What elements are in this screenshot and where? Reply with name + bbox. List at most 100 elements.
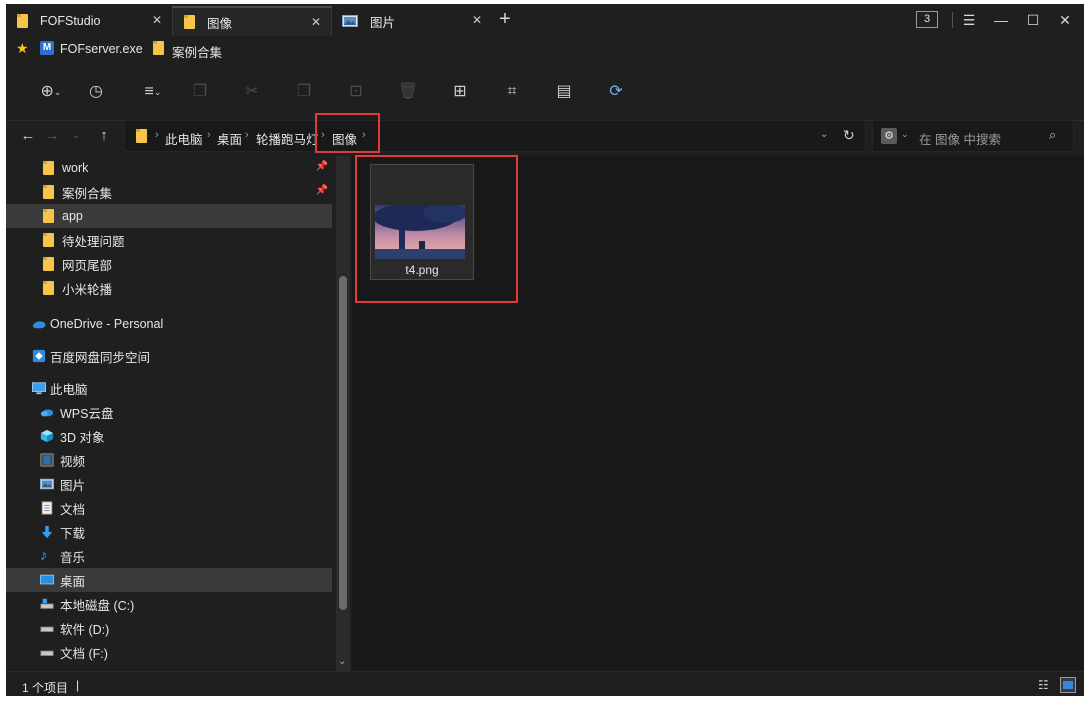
sidebar-scrollbar-thumb[interactable] bbox=[339, 276, 347, 610]
scroll-down-icon[interactable]: ⌄ bbox=[338, 656, 346, 667]
history-icon[interactable]: ◷ bbox=[84, 82, 108, 102]
sidebar-item-onedrive[interactable]: OneDrive - Personal bbox=[6, 312, 332, 336]
address-bar[interactable]: › 此电脑 › 桌面 › 轮播跑马灯 › 图像 › ⌄ ↻ bbox=[124, 120, 866, 152]
sidebar-item-wps[interactable]: WPS云盘 bbox=[6, 400, 332, 424]
copy-path-icon[interactable]: ❐ bbox=[188, 82, 212, 102]
refresh-sync-icon[interactable]: ⟳ bbox=[604, 82, 628, 102]
sidebar-item-xiaomi[interactable]: 小米轮播 bbox=[6, 276, 332, 300]
forward-icon[interactable]: → bbox=[42, 126, 62, 146]
copy-icon[interactable]: ❐ bbox=[292, 82, 316, 102]
sidebar-item-pending[interactable]: 待处理问题 bbox=[6, 228, 332, 252]
sidebar-item-label: WPS云盘 bbox=[60, 406, 114, 421]
sidebar-item-cases[interactable]: 案例合集 📌 bbox=[6, 180, 332, 204]
sidebar-item-documents[interactable]: 文档 bbox=[6, 496, 332, 520]
details-view-icon[interactable]: ☷ bbox=[1038, 677, 1054, 693]
sidebar-item-baidu[interactable]: 百度网盘同步空间 bbox=[6, 344, 332, 368]
tab-pictures[interactable]: 图片 ✕ bbox=[332, 6, 492, 36]
document-icon bbox=[41, 501, 53, 515]
sidebar-item-3d[interactable]: 3D 对象 bbox=[6, 424, 332, 448]
folder-icon bbox=[42, 208, 56, 224]
divider bbox=[952, 12, 953, 28]
cut-icon[interactable]: ✂ bbox=[240, 82, 264, 102]
recent-dropdown-icon[interactable]: ⌄ bbox=[66, 126, 86, 146]
minimize-icon[interactable]: — bbox=[990, 10, 1012, 30]
chevron-right-icon: › bbox=[155, 129, 159, 141]
breadcrumb-marquee[interactable]: 轮播跑马灯 bbox=[256, 129, 319, 148]
close-window-icon[interactable]: ✕ bbox=[1054, 10, 1076, 30]
sidebar-item-label: 桌面 bbox=[60, 574, 86, 589]
crop-icon[interactable]: ⌗ bbox=[500, 82, 524, 102]
cloud-icon bbox=[40, 409, 54, 417]
sidebar-item-label: 网页尾部 bbox=[62, 258, 113, 273]
delete-icon[interactable]: 🗑 bbox=[396, 82, 420, 102]
rename-icon[interactable]: ⊡ bbox=[344, 82, 368, 102]
view-menu-icon[interactable]: ≡⌄ bbox=[136, 82, 170, 102]
tab-bar: FOFStudio ✕ 图像 ✕ 图片 ✕ + 3 ☰ — ☐ ✕ bbox=[6, 4, 1084, 36]
chevron-down-icon[interactable]: ⌄ bbox=[901, 129, 909, 140]
address-dropdown-icon[interactable]: ⌄ bbox=[820, 129, 828, 140]
folder-icon bbox=[42, 280, 56, 296]
sidebar-item-drive-d[interactable]: 软件 (D:) bbox=[6, 616, 332, 640]
sidebar-item-app[interactable]: app bbox=[6, 204, 332, 228]
tab-image[interactable]: 图像 ✕ bbox=[172, 6, 332, 36]
search-icon[interactable]: ⌕ bbox=[1049, 127, 1056, 143]
sidebar-item-label: 本地磁盘 (C:) bbox=[60, 598, 135, 613]
sidebar-item-label: 待处理问题 bbox=[62, 234, 125, 249]
new-tab-icon[interactable]: + bbox=[494, 9, 516, 30]
menu-icon[interactable]: ☰ bbox=[958, 10, 980, 30]
toolbar: ⊕⌄ ◷ ≡⌄ ❐ ✂ ❐ ⊡ 🗑 ⊞ ⌗ ▤ ⟳ bbox=[6, 62, 1084, 121]
tab-fofstudio[interactable]: FOFStudio ✕ bbox=[6, 6, 172, 36]
sidebar-item-label: app bbox=[62, 209, 83, 223]
sidebar-item-work[interactable]: work 📌 bbox=[6, 156, 332, 180]
new-item-icon[interactable]: ⊕⌄ bbox=[34, 82, 68, 102]
close-icon[interactable]: ✕ bbox=[470, 13, 484, 27]
sidebar-item-label: work bbox=[62, 161, 89, 175]
maximize-icon[interactable]: ☐ bbox=[1022, 10, 1044, 30]
sidebar-item-footer[interactable]: 网页尾部 bbox=[6, 252, 332, 276]
large-icons-view-icon[interactable] bbox=[1060, 677, 1076, 693]
sidebar-item-videos[interactable]: 视频 bbox=[6, 448, 332, 472]
breadcrumb-desktop[interactable]: 桌面 bbox=[217, 129, 242, 148]
sidebar-item-pictures[interactable]: 图片 bbox=[6, 472, 332, 496]
sidebar-item-label: 文档 bbox=[60, 502, 86, 517]
music-icon: ♪ bbox=[40, 547, 48, 564]
calculator-icon[interactable]: ▤ bbox=[552, 82, 576, 102]
sidebar-item-drive-c[interactable]: 本地磁盘 (C:) bbox=[6, 592, 332, 616]
close-icon[interactable]: ✕ bbox=[309, 15, 323, 29]
folder-icon bbox=[135, 128, 149, 144]
drive-icon bbox=[40, 626, 54, 632]
folder-icon bbox=[152, 40, 166, 56]
sidebar-item-label: 音乐 bbox=[60, 550, 86, 565]
sidebar-item-label: 图片 bbox=[60, 478, 86, 493]
sidebar-item-music[interactable]: ♪ 音乐 bbox=[6, 544, 332, 568]
close-icon[interactable]: ✕ bbox=[150, 13, 164, 27]
sidebar-item-this-pc[interactable]: 此电脑 bbox=[6, 376, 332, 400]
search-placeholder: 在 图像 中搜索 bbox=[919, 133, 1001, 147]
star-icon: ★ bbox=[16, 40, 29, 56]
file-highlight bbox=[355, 155, 518, 303]
folder-icon bbox=[42, 184, 56, 200]
chevron-right-icon: › bbox=[245, 129, 249, 141]
favorites-bar: ★ M FOFserver.exe 案例合集 bbox=[6, 36, 1084, 62]
favorite-fofserver[interactable]: FOFserver.exe bbox=[60, 42, 143, 56]
sidebar-item-downloads[interactable]: 下载 bbox=[6, 520, 332, 544]
tab-count-badge[interactable]: 3 bbox=[916, 11, 938, 28]
tab-label: FOFStudio bbox=[40, 14, 101, 28]
gear-icon[interactable]: ⚙ bbox=[881, 128, 897, 144]
pin-icon[interactable]: 📌 bbox=[316, 161, 328, 172]
search-box[interactable]: ⚙ ⌄ 在 图像 中搜索 ⌕ bbox=[872, 120, 1074, 152]
desktop-icon bbox=[40, 574, 54, 585]
tab-label: 图像 bbox=[207, 16, 233, 31]
properties-icon[interactable]: ⊞ bbox=[448, 82, 472, 102]
app-icon: M bbox=[40, 41, 54, 55]
refresh-icon[interactable]: ↻ bbox=[843, 127, 855, 144]
back-icon[interactable]: ← bbox=[18, 126, 38, 146]
breadcrumb-this-pc[interactable]: 此电脑 bbox=[165, 129, 203, 148]
favorite-cases[interactable]: 案例合集 bbox=[172, 42, 222, 61]
sidebar-item-drive-f[interactable]: 文档 (F:) bbox=[6, 640, 332, 664]
sidebar-item-desktop[interactable]: 桌面 bbox=[6, 568, 332, 592]
pin-icon[interactable]: 📌 bbox=[316, 185, 328, 196]
sidebar-item-label: 案例合集 bbox=[62, 186, 113, 201]
tab-label: 图片 bbox=[370, 15, 396, 30]
up-icon[interactable]: ↑ bbox=[94, 126, 114, 146]
